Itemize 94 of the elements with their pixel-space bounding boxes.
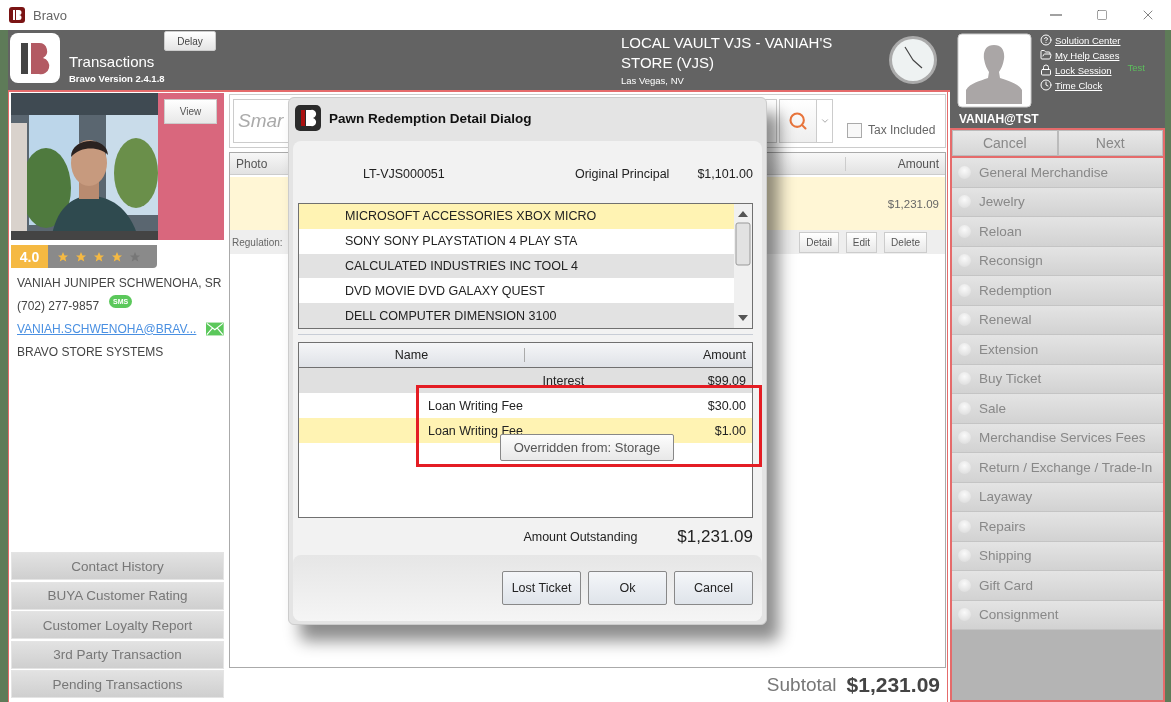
fee-name: Interest xyxy=(541,373,586,388)
tax-checkbox[interactable] xyxy=(847,122,862,138)
help-icon xyxy=(1040,34,1052,46)
tax-label: Tax Included xyxy=(868,123,936,137)
transaction-type-item[interactable]: Renewal xyxy=(952,305,1163,335)
logo-icon xyxy=(295,105,321,131)
minimize-icon xyxy=(1050,14,1062,16)
item-row[interactable]: CALCULATED INDUSTRIES INC TOOL 4 xyxy=(299,253,734,279)
clock-icon xyxy=(1040,79,1052,91)
amount-cell: $1,231.09 xyxy=(887,197,939,210)
page-title: Transactions xyxy=(69,53,156,70)
help-link[interactable]: Time Clock xyxy=(1040,78,1121,92)
subtotal-label: Subtotal xyxy=(766,674,837,696)
transaction-type-item[interactable]: Jewelry xyxy=(952,187,1163,217)
customer-action-button[interactable]: Contact History xyxy=(11,552,224,580)
customer-action-button[interactable]: BUYA Customer Rating xyxy=(11,581,224,610)
outstanding-label: Amount Outstanding xyxy=(523,530,638,544)
version-text: Bravo Version 2.4.1.8 xyxy=(69,73,166,84)
transaction-type-item[interactable]: Repairs xyxy=(952,512,1163,542)
principal-label: Original Principal xyxy=(574,167,670,181)
help-link[interactable]: My Help Cases xyxy=(1040,48,1121,62)
help-link[interactable]: Lock Session xyxy=(1040,63,1121,77)
fee-amount: $1.00 xyxy=(714,423,746,438)
fee-row[interactable]: Interest $99.09 xyxy=(299,368,752,393)
item-row[interactable]: DELL COMPUTER DIMENSION 3100 xyxy=(299,303,734,328)
search-button[interactable] xyxy=(779,99,817,143)
username: VANIAH@TST xyxy=(958,111,1040,126)
column-header: Amount xyxy=(701,348,747,362)
clock-icon xyxy=(888,35,938,85)
star-icon xyxy=(75,250,87,263)
transaction-type-item[interactable]: Reloan xyxy=(952,217,1163,247)
transaction-type-item[interactable]: Redemption xyxy=(952,276,1163,306)
folder-icon xyxy=(1040,49,1052,61)
dialog-button[interactable]: Lost Ticket xyxy=(502,571,581,605)
transaction-type-item[interactable]: Sale xyxy=(952,394,1163,424)
wizard-button[interactable]: Cancel xyxy=(952,130,1058,156)
transaction-type-item[interactable]: Shipping xyxy=(952,541,1163,571)
transaction-type-item[interactable]: Consignment xyxy=(952,600,1163,630)
item-row[interactable]: MICROSOFT ACCESSORIES XBOX MICRO xyxy=(299,204,734,229)
logo-icon xyxy=(10,33,60,83)
column-header: Name xyxy=(299,348,525,362)
row-action-button[interactable]: Edit xyxy=(845,231,878,253)
environment-label: Test xyxy=(1127,62,1145,73)
customer-action-button[interactable]: Pending Transactions xyxy=(11,670,224,698)
dialog-button[interactable]: Ok xyxy=(588,571,667,605)
lock-icon xyxy=(1040,64,1052,76)
row-action-button[interactable]: Detail xyxy=(799,231,839,253)
transaction-type-item[interactable]: Buy Ticket xyxy=(952,364,1163,394)
scrollbar[interactable] xyxy=(734,204,752,328)
delay-button[interactable]: Delay xyxy=(164,31,216,51)
regulation-label: Regulation: xyxy=(232,236,283,248)
help-link[interactable]: Solution Center xyxy=(1040,33,1121,47)
transaction-type-item[interactable]: Gift Card xyxy=(952,571,1163,601)
phone-number: (702) 277-9857 xyxy=(17,298,100,313)
window-title: Bravo xyxy=(33,7,67,23)
store-name: LOCAL VAULT VJS - VANIAH'S STORE (VJS) xyxy=(621,33,834,73)
store-location: Las Vegas, NV xyxy=(621,75,685,86)
dialog-button[interactable]: Cancel xyxy=(674,571,753,605)
transaction-type-item[interactable]: Reconsign xyxy=(952,246,1163,276)
email-link[interactable]: VANIAH.SCHWENOHA@BRAV... xyxy=(17,321,197,336)
column-header: Amount xyxy=(845,156,945,171)
rating-value: 4.0 xyxy=(11,245,48,268)
transaction-type-item[interactable]: Merchandise Services Fees xyxy=(952,423,1163,453)
fee-name: Loan Writing Fee xyxy=(427,398,524,413)
column-header: Photo xyxy=(235,156,269,171)
principal-value: $1,101.00 xyxy=(697,167,753,181)
row-action-button[interactable]: Delete xyxy=(884,231,927,253)
avatar-icon xyxy=(957,33,1032,108)
dropdown-button[interactable] xyxy=(817,99,833,143)
transaction-type-item[interactable]: Layaway xyxy=(952,482,1163,512)
company-name: BRAVO STORE SYSTEMS xyxy=(17,344,164,359)
star-icon xyxy=(93,250,105,263)
star-icon xyxy=(57,250,69,263)
caret-icon xyxy=(819,116,830,126)
customer-action-button[interactable]: 3rd Party Transaction xyxy=(11,640,224,669)
transaction-type-item[interactable]: Extension xyxy=(952,335,1163,365)
fee-amount: $30.00 xyxy=(707,398,746,413)
app-icon xyxy=(9,7,25,23)
search-icon xyxy=(788,111,808,131)
outstanding-value: $1,231.09 xyxy=(677,527,753,547)
wizard-button[interactable]: Next xyxy=(1057,130,1163,156)
dialog-title: Pawn Redemption Detail Dialog xyxy=(329,110,532,126)
maximize-icon xyxy=(1096,9,1108,21)
ticket-number: LT-VJS000051 xyxy=(363,167,445,181)
mail-icon[interactable] xyxy=(206,320,224,337)
transaction-type-item[interactable]: Return / Exchange / Trade-In xyxy=(952,453,1163,483)
star-icon xyxy=(111,250,123,263)
view-button[interactable]: View xyxy=(164,99,217,124)
subtotal-value: $1,231.09 xyxy=(846,673,940,697)
transaction-type-item[interactable]: General Merchandise xyxy=(952,158,1163,188)
customer-name: VANIAH JUNIPER SCHWENOHA, SR xyxy=(17,275,222,290)
customer-action-button[interactable]: Customer Loyalty Report xyxy=(11,611,224,639)
tooltip: Overridden from: Storage xyxy=(500,434,674,461)
fee-amount: $99.09 xyxy=(707,373,746,388)
